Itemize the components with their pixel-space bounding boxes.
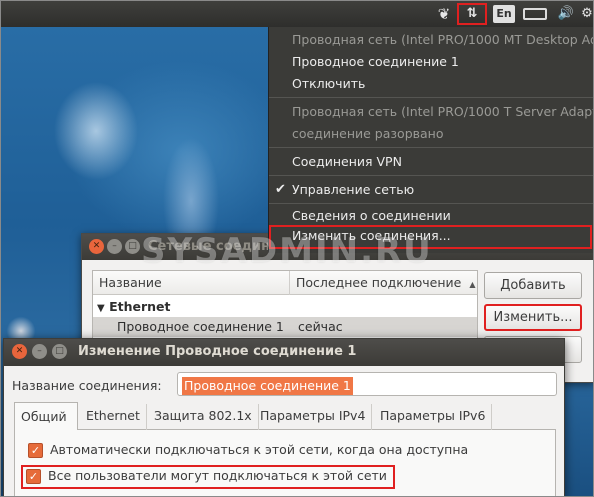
tab-ethernet[interactable]: Ethernet	[80, 404, 147, 430]
close-icon[interactable]: ✕	[12, 344, 27, 359]
column-header-last-used[interactable]: Последнее подключение ▲	[289, 271, 479, 295]
maximize-icon[interactable]: □	[125, 239, 140, 254]
checkbox-checked-icon[interactable]: ✓	[26, 469, 41, 484]
checkmark-icon: ✔	[275, 182, 286, 197]
window-titlebar[interactable]: ✕ – □ Изменение Проводное соединение 1	[4, 339, 564, 366]
network-menu: Проводная сеть (Intel PRO/1000 MT Deskto…	[268, 27, 594, 253]
list-header: Название Последнее подключение ▲	[93, 271, 477, 295]
minimize-icon[interactable]: –	[107, 239, 122, 254]
leaf-icon[interactable]: ❦	[433, 4, 455, 24]
menu-item-enable-networking[interactable]: ✔ Управление сетью	[269, 179, 593, 201]
tab-panel-general: ✓ Автоматически подключаться к этой сети…	[14, 430, 556, 496]
column-header-last-used-label: Последнее подключение	[296, 275, 462, 290]
battery-icon[interactable]	[523, 8, 547, 20]
menu-separator	[269, 97, 593, 98]
tab-bar: Общий Ethernet Защита 802.1x Параметры I…	[14, 402, 556, 431]
all-users-checkbox[interactable]: ✓ Все пользователи могут подключаться к …	[21, 465, 395, 489]
group-label: Ethernet	[109, 299, 171, 314]
checkbox-checked-icon[interactable]: ✓	[28, 443, 43, 458]
menu-item-disconnected-status: соединение разорвано	[292, 126, 444, 141]
keyboard-layout-indicator[interactable]: En	[493, 5, 515, 23]
menu-separator	[269, 175, 593, 176]
connection-name: Проводное соединение 1	[117, 319, 284, 334]
sort-ascending-icon: ▲	[469, 280, 476, 289]
tab-ipv6[interactable]: Параметры IPv6	[374, 404, 493, 430]
checkbox-label: Все пользователи могут подключаться к эт…	[48, 468, 387, 483]
menu-item-wired-connection-1[interactable]: Проводное соединение 1	[269, 51, 593, 73]
menu-item-disconnect[interactable]: Отключить	[269, 73, 593, 95]
connection-name-label: Название соединения:	[12, 378, 162, 393]
settings-gear-icon[interactable]: ⚙	[579, 4, 593, 24]
expander-icon[interactable]: ▼	[97, 303, 105, 314]
menu-item-wired-adapter-2: Проводная сеть (Intel PRO/1000 T Server …	[292, 104, 594, 119]
add-button[interactable]: Добавить	[484, 272, 582, 299]
menu-item-wired-adapter-1: Проводная сеть (Intel PRO/1000 MT Deskto…	[292, 32, 593, 47]
connection-last-used: сейчас	[298, 319, 343, 334]
group-row-ethernet[interactable]: ▼ Ethernet	[93, 297, 477, 317]
menu-item-label: Управление сетью	[292, 182, 415, 197]
checkbox-label: Автоматически подключаться к этой сети, …	[50, 442, 469, 457]
menu-item-vpn[interactable]: Соединения VPN	[269, 151, 593, 173]
connection-name-value: Проводное соединение 1	[182, 377, 353, 395]
volume-icon[interactable]: 🔊	[555, 4, 577, 24]
edit-connection-window: ✕ – □ Изменение Проводное соединение 1 Н…	[3, 338, 565, 496]
network-arrows-icon[interactable]: ⇅	[457, 3, 487, 25]
menu-separator	[269, 203, 593, 204]
tab-ipv4[interactable]: Параметры IPv4	[254, 404, 373, 430]
table-row[interactable]: Проводное соединение 1 сейчас	[93, 317, 477, 337]
maximize-icon[interactable]: □	[52, 344, 67, 359]
tab-general[interactable]: Общий	[14, 402, 78, 431]
minimize-icon[interactable]: –	[32, 344, 47, 359]
edit-button[interactable]: Изменить...	[484, 304, 582, 331]
column-header-name[interactable]: Название	[93, 271, 162, 295]
tab-security-8021x[interactable]: Защита 802.1x	[148, 404, 259, 430]
menu-separator	[269, 147, 593, 148]
menu-item-connection-info[interactable]: Сведения о соединении	[269, 205, 593, 227]
watermark: SYSADMIN.RU	[141, 231, 433, 271]
top-panel: ❦ ⇅ En 🔊 ⚙	[1, 1, 593, 27]
window-title: Изменение Проводное соединение 1	[78, 344, 357, 359]
screenshot-frame: ❦ ⇅ En 🔊 ⚙ ✕ – □ Сетевые соединения Назв…	[0, 0, 594, 497]
close-icon[interactable]: ✕	[89, 239, 104, 254]
connection-name-field[interactable]: Проводное соединение 1	[177, 372, 557, 396]
